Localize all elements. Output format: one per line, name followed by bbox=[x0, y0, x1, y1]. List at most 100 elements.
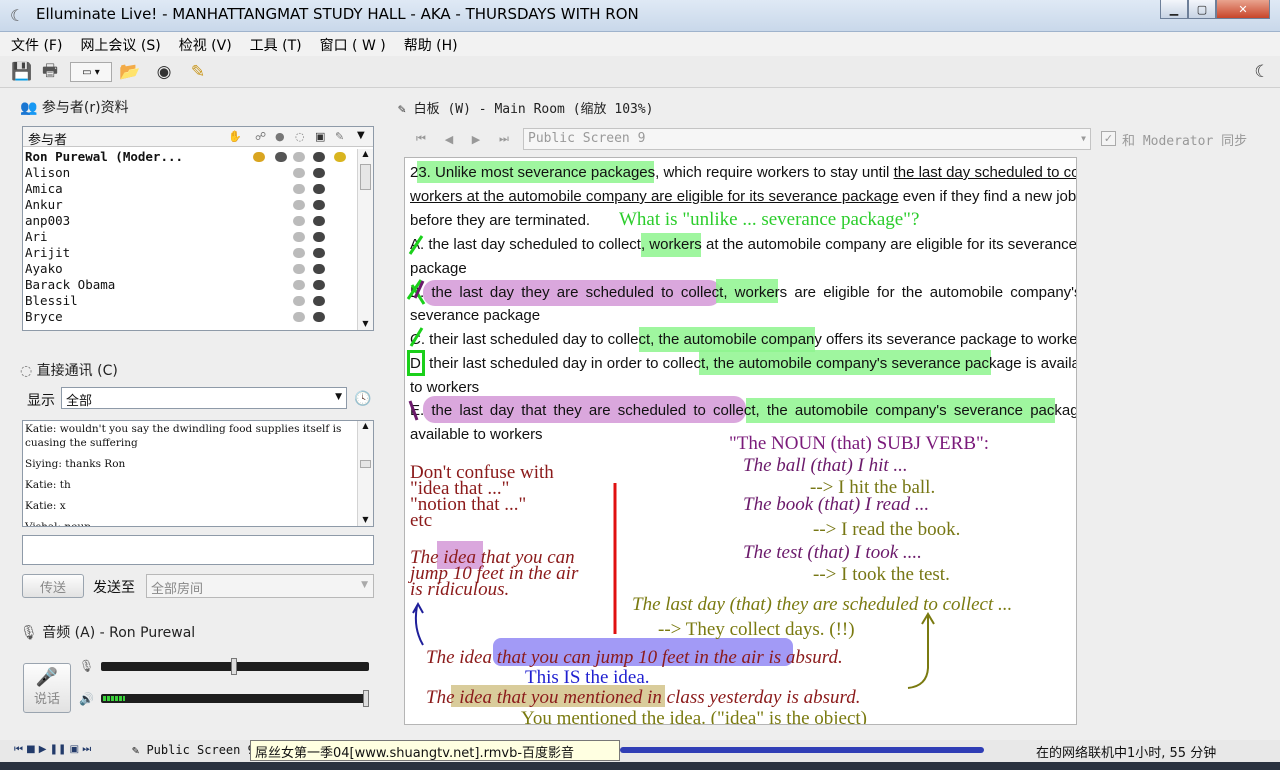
participants-title-text: 参与者(r)资料 bbox=[41, 100, 129, 116]
participant-name: Ayako bbox=[25, 261, 63, 276]
hand-column-icon[interactable]: ✋ bbox=[228, 130, 242, 143]
notes-icon[interactable]: ✎ bbox=[186, 60, 210, 84]
chat-status-icon bbox=[293, 184, 305, 194]
microphone-icon: 🎙 bbox=[20, 625, 38, 641]
pencil-column-icon[interactable]: ✎ bbox=[335, 130, 344, 143]
audio-column-icon[interactable]: ● bbox=[275, 130, 285, 143]
chat-status-icon bbox=[293, 280, 305, 290]
chat-input[interactable] bbox=[22, 535, 374, 565]
participants-scrollbar[interactable]: ▲ ▼ bbox=[357, 149, 373, 330]
audio-title: 🎙 音频 (A) - Ron Purewal bbox=[20, 622, 195, 642]
pen-strokes bbox=[406, 235, 935, 689]
chevron-down-icon: ▼ bbox=[335, 392, 342, 402]
last-page-icon[interactable]: ⏭ bbox=[495, 130, 513, 148]
first-page-icon[interactable]: ⏮ bbox=[412, 130, 430, 148]
mic-slider-thumb[interactable] bbox=[231, 658, 237, 675]
clock-icon[interactable]: 🕓 bbox=[354, 390, 372, 408]
playback-controls[interactable]: ⏮ ■ ▶ ❚❚ ▣ ⏭ bbox=[14, 744, 91, 755]
participant-row[interactable]: Ron Purewal (Moder... bbox=[23, 149, 357, 165]
participants-title: 👥 参与者(r)资料 bbox=[20, 97, 129, 117]
speaker-slider-thumb[interactable] bbox=[363, 690, 369, 707]
participant-row[interactable]: anp003 bbox=[23, 213, 357, 229]
print-icon[interactable]: 🖶 bbox=[38, 60, 62, 84]
send-button[interactable]: 传送 bbox=[22, 574, 84, 598]
talk-mic-icon: 🎤 bbox=[35, 667, 59, 688]
participant-row[interactable]: Alison bbox=[23, 165, 357, 181]
participant-row[interactable]: Amica bbox=[23, 181, 357, 197]
mic-volume-slider[interactable] bbox=[101, 658, 369, 675]
participant-row[interactable]: Ankur bbox=[23, 197, 357, 213]
minimize-button[interactable]: ▁ bbox=[1160, 0, 1188, 19]
participant-row[interactable]: Blessil bbox=[23, 293, 357, 309]
participant-name: Blessil bbox=[25, 293, 78, 308]
talk-label: 说话 bbox=[33, 692, 60, 707]
status-bar: ⏮ ■ ▶ ❚❚ ▣ ⏭ ✎ Public Screen 9 屌丝女第一季04[… bbox=[0, 740, 1280, 762]
chat-messages: Katie: wouldn't you say the dwindling fo… bbox=[23, 421, 355, 527]
save-icon[interactable]: 💾 bbox=[10, 60, 34, 84]
columns-dropdown-icon[interactable]: ▼ bbox=[357, 130, 365, 141]
participant-name: Ankur bbox=[25, 197, 63, 212]
chat-column-icon[interactable]: ◌ bbox=[295, 130, 305, 143]
moderator-column-icon[interactable]: ☍ bbox=[255, 130, 266, 143]
title-bar: ☾ Elluminate Live! - MANHATTANGMAT STUDY… bbox=[0, 0, 1280, 32]
chat-message: Katie: x bbox=[25, 500, 66, 512]
chat-status-icon bbox=[293, 248, 305, 258]
menu-tools[interactable]: 工具 (T) bbox=[239, 32, 309, 55]
screen-status-icon bbox=[313, 184, 325, 194]
taskbar bbox=[0, 762, 1280, 770]
menu-view[interactable]: 检视 (V) bbox=[168, 32, 239, 55]
participant-row[interactable]: Bryce bbox=[23, 309, 357, 325]
menu-help[interactable]: 帮助 (H) bbox=[393, 32, 465, 55]
sync-checkbox[interactable]: ✓ bbox=[1101, 131, 1116, 146]
moderator-status-icon bbox=[253, 152, 265, 162]
screen-status-icon bbox=[313, 296, 325, 306]
participant-name: Arijit bbox=[25, 245, 71, 260]
participant-row[interactable]: Barack Obama bbox=[23, 277, 357, 293]
screen-status-icon bbox=[313, 264, 325, 274]
speaker-volume-slider[interactable] bbox=[101, 690, 369, 707]
talk-button[interactable]: 🎤 说话 bbox=[23, 663, 71, 713]
chat-message: Vishal: neup bbox=[25, 521, 91, 527]
chat-status-icon bbox=[293, 200, 305, 210]
next-page-icon[interactable]: ▶ bbox=[467, 130, 485, 148]
chat-filter-select[interactable]: 全部 ▼ bbox=[61, 387, 347, 409]
chat-status-icon bbox=[293, 296, 305, 306]
whiteboard-canvas[interactable]: 23. Unlike most severance packages, whic… bbox=[404, 157, 1077, 725]
maximize-button[interactable]: ▢ bbox=[1188, 0, 1216, 19]
media-tooltip: 屌丝女第一季04[www.shuangtv.net].rmvb-百度影音 bbox=[250, 740, 620, 761]
playback-progress[interactable] bbox=[620, 747, 984, 753]
folder-icon[interactable]: 📂 bbox=[118, 60, 142, 84]
chat-status-icon bbox=[293, 264, 305, 274]
previous-page-icon[interactable]: ◀ bbox=[440, 130, 458, 148]
participant-row[interactable]: Ari bbox=[23, 229, 357, 245]
menu-bar: 文件 (F) 网上会议 (S) 检视 (V) 工具 (T) 窗口 ( W ) 帮助 (H) bbox=[0, 32, 1280, 56]
participants-list[interactable]: 参与者 ✋ ☍ ● ◌ ▣ ✎ ▼ Ron Purewal (Moder... A… bbox=[22, 126, 374, 331]
screen-column-icon[interactable]: ▣ bbox=[315, 130, 325, 143]
participant-row[interactable]: Arijit bbox=[23, 245, 357, 261]
send-to-label: 发送至 bbox=[93, 580, 135, 596]
participant-name: Ron Purewal (Moder... bbox=[25, 149, 184, 164]
close-button[interactable]: ✕ bbox=[1216, 0, 1270, 19]
audio-status-icon bbox=[275, 152, 287, 162]
pencil-icon: ✎ bbox=[398, 102, 406, 117]
mic-level-icon: 🎙 bbox=[79, 659, 95, 673]
chat-message: Siying: thanks Ron bbox=[25, 458, 126, 470]
chat-bubble-icon: ◌ bbox=[20, 363, 33, 379]
chevron-down-icon: ▼ bbox=[361, 580, 368, 590]
screen-status-icon bbox=[313, 216, 325, 226]
participants-rows: Ron Purewal (Moder... Alison Amica Ankur anp… bbox=[23, 149, 357, 325]
chat-scrollbar[interactable]: ▲ ▼ bbox=[357, 421, 373, 526]
chat-status-icon bbox=[293, 168, 305, 178]
menu-file[interactable]: 文件 (F) bbox=[0, 32, 69, 55]
logo-icon: ☾ bbox=[1254, 62, 1270, 82]
chat-log[interactable]: Katie: wouldn't you say the dwindling fo… bbox=[22, 420, 374, 527]
participant-row[interactable]: Ayako bbox=[23, 261, 357, 277]
screen-select[interactable]: Public Screen 9 ▼ bbox=[523, 128, 1091, 150]
layout-dropdown[interactable]: ▭ ▾ bbox=[70, 62, 112, 82]
send-to-select[interactable]: 全部房间 ▼ bbox=[146, 574, 374, 598]
menu-window[interactable]: 窗口 ( W ) bbox=[309, 32, 393, 55]
status-screen: ✎ Public Screen 9 bbox=[132, 743, 255, 757]
webcam-icon[interactable]: ◉ bbox=[152, 60, 176, 84]
menu-session[interactable]: 网上会议 (S) bbox=[69, 32, 167, 55]
participant-name: Barack Obama bbox=[25, 277, 116, 292]
